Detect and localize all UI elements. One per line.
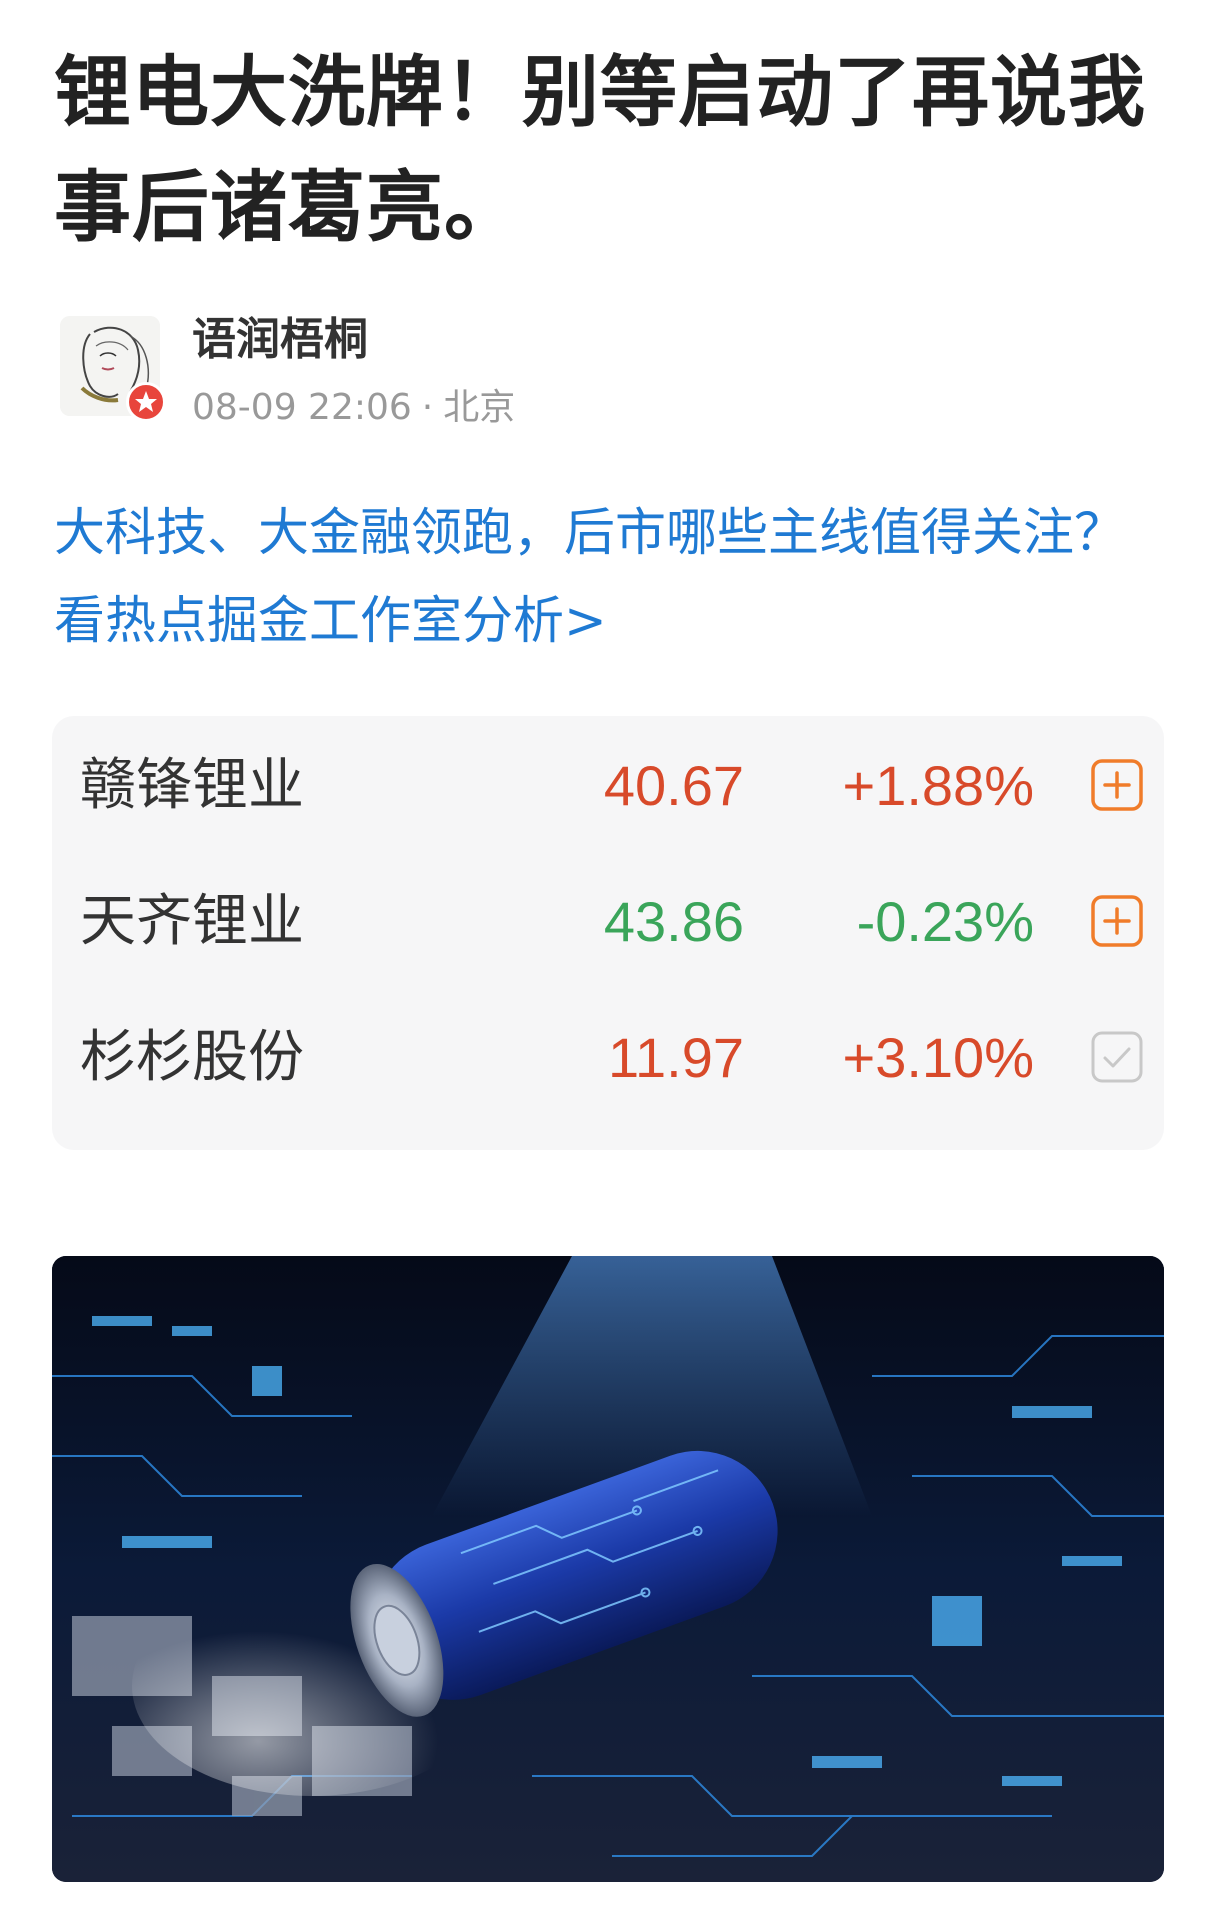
stock-row[interactable]: 杉杉股份 11.97 +3.10% (52, 1008, 1164, 1108)
stock-price: 11.97 (608, 1026, 744, 1089)
post-location: 北京 (443, 387, 516, 428)
stock-change: +1.88% (842, 754, 1035, 817)
author-row[interactable]: 语润梧桐 08-09 22:06 · 北京 (60, 312, 1160, 432)
author-name[interactable]: 语润梧桐 (192, 312, 368, 368)
add-watchlist-button[interactable] (1090, 758, 1144, 812)
plus-square-icon (1091, 895, 1143, 947)
article-hero-image[interactable] (52, 1256, 1164, 1882)
plus-square-icon (1091, 759, 1143, 811)
stock-price: 40.67 (603, 754, 744, 817)
battery-circuit-image (52, 1256, 1164, 1882)
stock-name[interactable]: 天齐锂业 (80, 890, 304, 954)
article-page: 锂电大洗牌！别等启动了再说我事后诸葛亮。 语润梧桐 08-09 22:06 · 北京 (0, 0, 1216, 1920)
add-watchlist-button[interactable] (1090, 894, 1144, 948)
meta-separator: · (421, 387, 434, 428)
related-stocks-card: 赣锋锂业 40.67 +1.88% 天齐锂业 43.86 -0.23% 杉杉股份… (52, 716, 1164, 1150)
stock-row[interactable]: 天齐锂业 43.86 -0.23% (52, 872, 1164, 972)
stock-change: +3.10% (842, 1026, 1035, 1089)
stock-price: 43.86 (603, 890, 744, 953)
author-badge (126, 382, 166, 422)
post-meta: 08-09 22:06 · 北京 (192, 386, 515, 430)
article-title: 锂电大洗牌！别等启动了再说我事后诸葛亮。 (54, 49, 1146, 253)
stock-row[interactable]: 赣锋锂业 40.67 +1.88% (52, 736, 1164, 836)
star-badge-icon (135, 391, 157, 412)
promo-link[interactable]: 大科技、大金融领跑，后市哪些主线值得关注？看热点掘金工作室分析> (54, 490, 1164, 666)
stock-name[interactable]: 赣锋锂业 (80, 754, 304, 818)
added-watchlist-button[interactable] (1090, 1030, 1144, 1084)
check-square-icon (1091, 1031, 1143, 1083)
stock-change: -0.23% (856, 890, 1034, 953)
post-date: 08-09 22:06 (192, 387, 412, 428)
stock-name[interactable]: 杉杉股份 (80, 1026, 304, 1090)
